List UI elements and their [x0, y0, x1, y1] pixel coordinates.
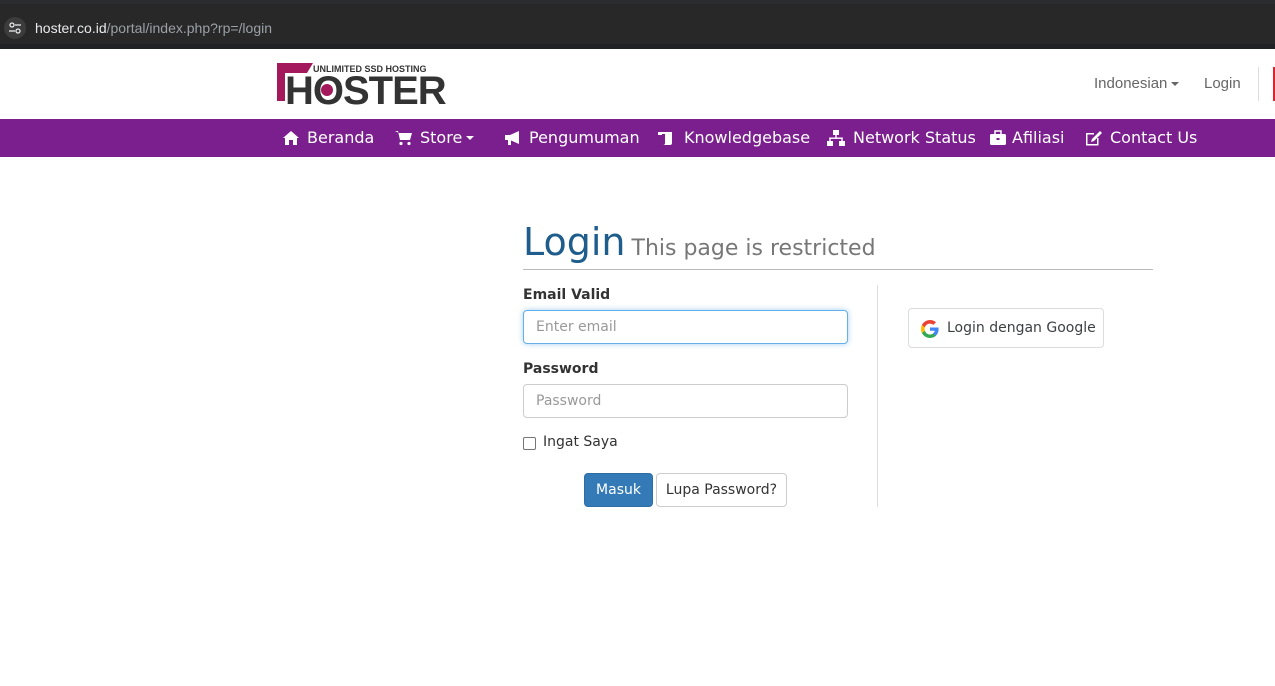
remember-checkbox[interactable]	[523, 437, 536, 450]
url-field[interactable]: hoster.co.id/portal/index.php?rp=/login	[0, 4, 1275, 44]
page-title: Login	[523, 220, 626, 264]
hoster-logo[interactable]: UNLIMITED SSD HOSTING HOSTER	[277, 61, 457, 113]
scroll-icon	[658, 132, 672, 145]
google-icon	[921, 320, 939, 338]
nav-item-pengumuman[interactable]: Pengumuman	[504, 119, 640, 157]
header-divider	[1258, 67, 1259, 101]
header-rule	[523, 269, 1153, 270]
nav-item-knowledgebase[interactable]: Knowledgebase	[658, 119, 810, 157]
svg-text:HOSTER: HOSTER	[285, 69, 447, 107]
nav-label: Beranda	[307, 128, 375, 147]
bullhorn-icon	[505, 131, 519, 145]
network-icon	[827, 130, 845, 146]
header-login-link[interactable]: Login	[1204, 75, 1241, 92]
home-icon	[283, 131, 299, 145]
nav-label: Knowledgebase	[684, 128, 811, 147]
edit-icon	[1086, 131, 1102, 146]
remember-label[interactable]: Ingat Saya	[543, 434, 618, 450]
chevron-down-icon	[466, 136, 474, 140]
briefcase-icon	[990, 130, 1006, 145]
cart-icon	[395, 131, 412, 146]
google-login-button[interactable]: Login dengan Google	[908, 308, 1104, 348]
url-path: /portal/index.php?rp=/login	[106, 20, 273, 36]
url-host: hoster.co.id	[35, 20, 107, 36]
nav-label: Pengumuman	[529, 128, 640, 147]
site-info-icon[interactable]	[4, 17, 26, 39]
browser-address-bar: hoster.co.id/portal/index.php?rp=/login	[0, 0, 1275, 49]
password-label: Password	[523, 361, 599, 377]
login-submit-button[interactable]: Masuk	[584, 473, 653, 507]
email-label: Email Valid	[523, 287, 611, 303]
site-header: UNLIMITED SSD HOSTING HOSTER Indonesian …	[0, 49, 1275, 119]
nav-label: Store	[420, 128, 463, 147]
main-nav: Beranda Store Pengumuman Knowledgebase N…	[0, 119, 1275, 157]
page-header: Login This page is restricted	[523, 220, 876, 264]
google-login-label: Login dengan Google	[947, 320, 1096, 336]
page-subtitle: This page is restricted	[631, 236, 876, 261]
nav-item-beranda[interactable]: Beranda	[282, 119, 375, 157]
nav-item-contact-us[interactable]: Contact Us	[1085, 119, 1198, 157]
url-text[interactable]: hoster.co.id/portal/index.php?rp=/login	[35, 20, 272, 36]
column-divider	[877, 285, 878, 507]
nav-item-network-status[interactable]: Network Status	[827, 119, 976, 157]
nav-label: Network Status	[853, 128, 976, 147]
language-label: Indonesian	[1094, 75, 1168, 92]
language-dropdown[interactable]: Indonesian	[1094, 75, 1180, 92]
nav-item-store[interactable]: Store	[395, 119, 480, 157]
nav-label: Contact Us	[1110, 128, 1198, 147]
password-field[interactable]: Password	[523, 384, 848, 418]
nav-item-afiliasi[interactable]: Afiliasi	[989, 119, 1065, 157]
email-field[interactable]: Enter email	[523, 310, 848, 344]
chevron-down-icon	[1171, 82, 1180, 87]
nav-label: Afiliasi	[1012, 128, 1065, 147]
forgot-password-button[interactable]: Lupa Password?	[656, 473, 787, 507]
